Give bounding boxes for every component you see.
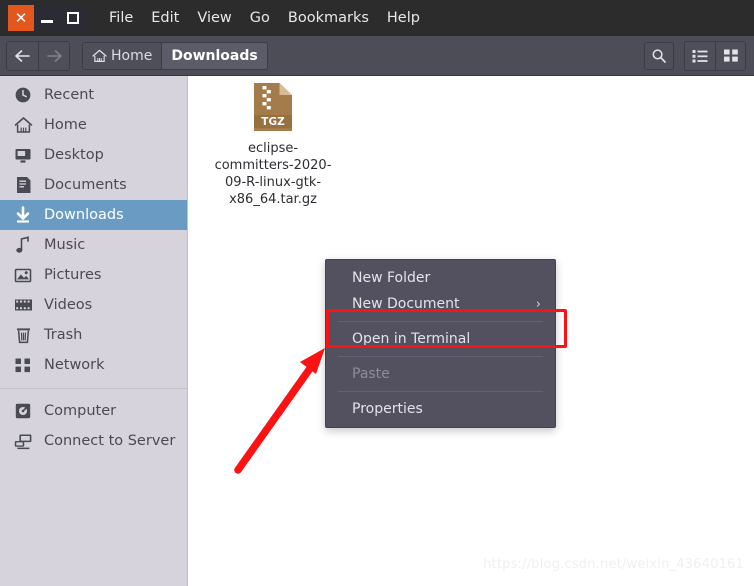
search-button[interactable] — [644, 41, 674, 70]
list-view-icon — [692, 49, 708, 62]
picture-icon — [12, 265, 34, 285]
sidebar-item-recent[interactable]: Recent — [0, 80, 187, 110]
download-icon — [12, 205, 34, 225]
menubar: File Edit View Go Bookmarks Help — [100, 0, 429, 36]
breadcrumb-item-downloads[interactable]: Downloads — [161, 42, 267, 69]
menu-help[interactable]: Help — [378, 7, 429, 29]
sidebar-item-trash[interactable]: Trash — [0, 320, 187, 350]
sidebar-label-documents: Documents — [44, 177, 127, 193]
desktop-icon — [12, 145, 34, 165]
sidebar-item-downloads[interactable]: Downloads — [0, 200, 187, 230]
toolbar: Home Downloads — [0, 36, 754, 76]
breadcrumb: Home Downloads — [82, 41, 268, 70]
file-manager-window: ✕ File Edit View Go Bookmarks Help Home … — [0, 0, 754, 586]
minimize-icon — [41, 20, 53, 23]
trash-icon — [12, 325, 34, 345]
sidebar-label-connect-to-server: Connect to Server — [44, 433, 176, 449]
titlebar: ✕ File Edit View Go Bookmarks Help — [0, 0, 754, 36]
context-menu-item-new-folder[interactable]: New Folder — [326, 265, 555, 291]
sidebar-item-network[interactable]: Network — [0, 350, 187, 380]
sidebar-item-music[interactable]: Music — [0, 230, 187, 260]
minimize-window-button[interactable] — [34, 5, 60, 31]
sidebar-label-recent: Recent — [44, 87, 95, 103]
window-controls: ✕ — [8, 5, 86, 31]
sidebar-label-desktop: Desktop — [44, 147, 104, 163]
list-view-button[interactable] — [685, 41, 715, 70]
document-icon — [12, 175, 34, 195]
sidebar-label-downloads: Downloads — [44, 207, 124, 223]
svg-text:TGZ: TGZ — [261, 116, 285, 128]
sidebar-item-documents[interactable]: Documents — [0, 170, 187, 200]
sidebar-item-computer[interactable]: Computer — [0, 396, 187, 426]
close-icon: ✕ — [14, 8, 28, 27]
breadcrumb-label-downloads: Downloads — [171, 47, 258, 64]
context-menu-label-open-in-terminal: Open in Terminal — [352, 331, 471, 347]
context-menu-item-new-document[interactable]: New Document › — [326, 291, 555, 317]
menu-file[interactable]: File — [100, 7, 142, 29]
sidebar-item-desktop[interactable]: Desktop — [0, 140, 187, 170]
sidebar-item-videos[interactable]: Videos — [0, 290, 187, 320]
sidebar-divider — [0, 388, 187, 389]
view-mode-group — [684, 40, 746, 71]
clock-icon — [12, 85, 34, 105]
arrow-left-icon — [15, 49, 30, 62]
menu-bookmarks[interactable]: Bookmarks — [279, 7, 378, 29]
menu-go[interactable]: Go — [241, 7, 279, 29]
context-menu-label-new-folder: New Folder — [352, 270, 431, 286]
context-menu-separator — [338, 356, 543, 357]
context-menu[interactable]: New Folder New Document › Open in Termin… — [325, 259, 556, 428]
sidebar-item-home[interactable]: Home — [0, 110, 187, 140]
context-menu-item-properties[interactable]: Properties — [326, 396, 555, 422]
chevron-right-icon: › — [535, 296, 541, 312]
back-button[interactable] — [7, 41, 38, 70]
context-menu-label-paste: Paste — [352, 366, 390, 382]
breadcrumb-item-home[interactable]: Home — [83, 42, 162, 69]
context-menu-label-properties: Properties — [352, 401, 423, 417]
sidebar-label-computer: Computer — [44, 403, 117, 419]
watermark-text: https://blog.csdn.net/weixin_43640161 — [483, 557, 744, 572]
video-icon — [12, 295, 34, 315]
sidebar-item-pictures[interactable]: Pictures — [0, 260, 187, 290]
maximize-window-button[interactable] — [60, 5, 86, 31]
computer-icon — [12, 401, 34, 421]
network-icon — [12, 355, 34, 375]
connect-server-icon — [12, 431, 34, 451]
context-menu-separator — [338, 321, 543, 322]
breadcrumb-label-home: Home — [111, 47, 153, 64]
file-icon-wrap: TGZ — [209, 82, 337, 134]
context-menu-label-new-document: New Document — [352, 296, 460, 312]
sidebar-label-pictures: Pictures — [44, 267, 102, 283]
archive-file-icon: TGZ — [254, 83, 292, 131]
sidebar-label-videos: Videos — [44, 297, 93, 313]
file-name-label: eclipse-committers-2020-09-R-linux-gtk-x… — [214, 141, 332, 207]
forward-button[interactable] — [38, 41, 69, 70]
sidebar-label-trash: Trash — [44, 327, 83, 343]
search-icon — [652, 48, 666, 63]
arrow-right-icon — [46, 49, 62, 62]
sidebar-label-home: Home — [44, 117, 87, 133]
menu-edit[interactable]: Edit — [142, 7, 188, 29]
home-icon — [92, 49, 107, 62]
navigation-buttons — [6, 40, 70, 71]
music-icon — [12, 235, 34, 255]
context-menu-separator — [338, 391, 543, 392]
maximize-icon — [67, 12, 79, 24]
home-icon — [12, 115, 34, 135]
grid-view-button[interactable] — [715, 41, 745, 70]
menu-view[interactable]: View — [188, 7, 240, 29]
sidebar-label-network: Network — [44, 357, 105, 373]
close-window-button[interactable]: ✕ — [8, 5, 34, 31]
context-menu-item-paste: Paste — [326, 361, 555, 387]
toolbar-right-group — [644, 40, 746, 71]
sidebar: Recent Home Desktop Documents Downloads … — [0, 76, 188, 586]
sidebar-item-connect-to-server[interactable]: Connect to Server — [0, 426, 187, 456]
context-menu-item-open-in-terminal[interactable]: Open in Terminal — [326, 326, 555, 352]
sidebar-label-music: Music — [44, 237, 86, 253]
grid-view-icon — [723, 49, 738, 62]
file-item[interactable]: TGZ eclipse-committers-2020-09-R-linux-g… — [209, 82, 337, 208]
